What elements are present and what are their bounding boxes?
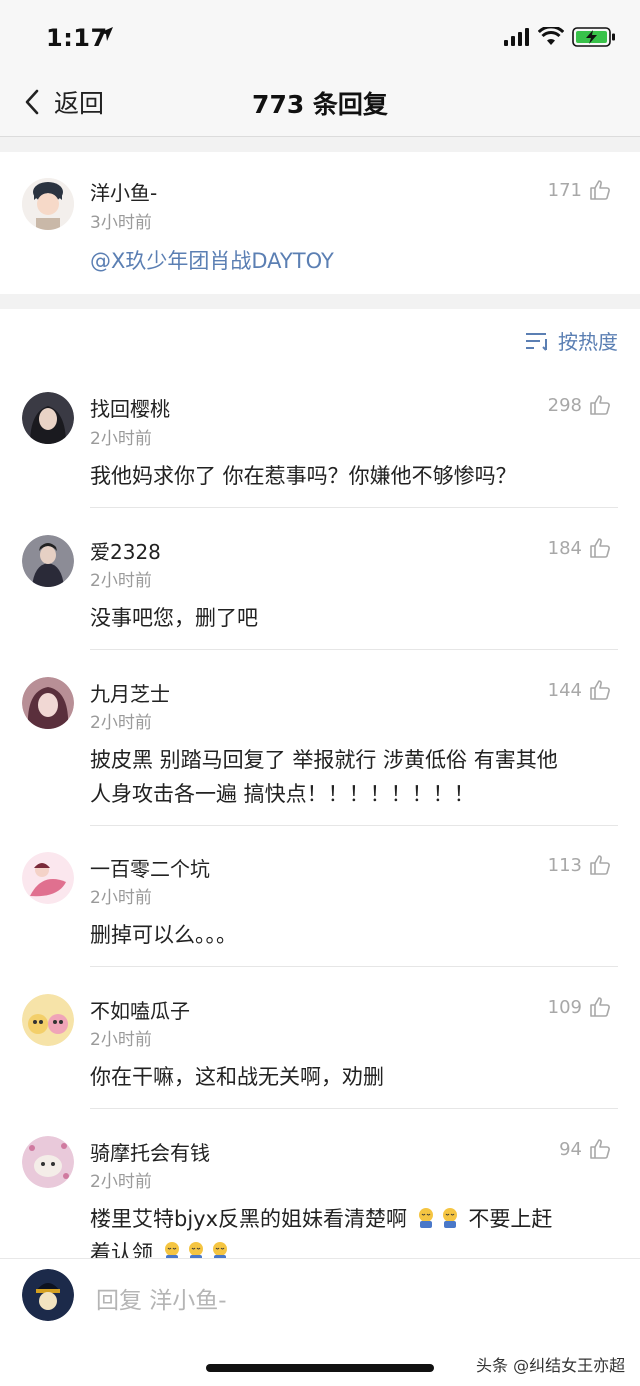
status-bar: 1:17 [0, 0, 640, 72]
mention-link[interactable]: @X玖少年团肖战DAYTOY [90, 244, 334, 278]
thumbs-up-icon [590, 680, 610, 700]
avatar[interactable] [22, 677, 74, 729]
watermark: 头条 @纠结女王亦超 [476, 1356, 626, 1375]
like-button[interactable]: 171 [548, 178, 612, 202]
timestamp: 3小时前 [90, 213, 152, 233]
username[interactable]: 骑摩托会有钱 [90, 1137, 210, 1166]
divider [90, 1108, 618, 1109]
thumbs-up-icon [590, 855, 610, 875]
reply-text: 楼里艾特bjyx反黑的姐妹看清楚啊 不要上赶 [90, 1202, 552, 1236]
battery-charging-icon [572, 27, 615, 47]
timestamp: 2小时前 [90, 571, 152, 591]
avatar[interactable] [22, 392, 74, 444]
like-count: 113 [547, 854, 582, 876]
divider [90, 507, 618, 508]
like-button[interactable]: 94 [559, 1137, 612, 1161]
timestamp: 2小时前 [90, 713, 152, 733]
like-button[interactable]: 109 [548, 995, 612, 1019]
avatar[interactable] [22, 852, 74, 904]
reply-text: 你在干嘛，这和战无关啊，劝删 [90, 1065, 384, 1089]
home-indicator [206, 1364, 434, 1372]
username[interactable]: 爱2328 [90, 536, 161, 565]
avatar[interactable] [22, 178, 74, 230]
like-button[interactable]: 113 [548, 853, 612, 877]
like-count: 94 [559, 1138, 582, 1160]
reply-text-part: 楼里艾特bjyx反黑的姐妹看清楚啊 [90, 1207, 408, 1231]
timestamp: 2小时前 [90, 429, 152, 449]
username[interactable]: 一百零二个坑 [90, 853, 210, 882]
reply-text-part: 不要上赶 [468, 1207, 553, 1231]
username[interactable]: 找回樱桃 [90, 393, 170, 422]
timestamp: 2小时前 [90, 1030, 152, 1050]
avatar[interactable] [22, 994, 74, 1046]
cellular-signal-icon [504, 28, 529, 46]
like-count: 184 [547, 537, 582, 559]
thumbs-up-icon [590, 395, 610, 415]
location-arrow-icon [99, 27, 113, 41]
like-count: 171 [547, 179, 582, 201]
timestamp: 2小时前 [90, 1172, 152, 1192]
section-gap [0, 137, 640, 152]
like-button[interactable]: 144 [548, 678, 612, 702]
thumbs-up-icon [590, 1139, 610, 1159]
thumbs-up-icon [590, 180, 610, 200]
like-count: 298 [547, 394, 582, 416]
username[interactable]: 不如嗑瓜子 [90, 995, 190, 1024]
like-count: 144 [547, 679, 582, 701]
avatar[interactable] [22, 1136, 74, 1188]
username[interactable]: 洋小鱼- [90, 177, 157, 206]
avatar[interactable] [22, 535, 74, 587]
crying-emoji-icon [442, 1208, 457, 1228]
timestamp: 2小时前 [90, 888, 152, 908]
reply-text: 我他妈求你了 你在惹事吗？你嫌他不够惨吗？ [90, 464, 517, 488]
reply-text: 没事吧您，删了吧 [90, 606, 258, 630]
divider [90, 649, 618, 650]
sort-icon [526, 332, 547, 351]
like-button[interactable]: 298 [548, 393, 612, 417]
sort-label: 按热度 [558, 330, 618, 354]
divider [90, 966, 618, 967]
my-avatar[interactable] [22, 1269, 74, 1321]
section-gap [0, 294, 640, 309]
reply-input[interactable]: 回复 洋小鱼- [96, 1281, 227, 1315]
reply-text: 披皮黑 别踏马回复了 举报就行 涉黄低俗 有害其他 [90, 748, 558, 772]
reply-text-continued: 人身攻击各一遍 搞快点！！！！！！！！ [90, 782, 475, 806]
crying-emoji-icon [418, 1208, 433, 1228]
reply-text: 删掉可以么。。。 [90, 923, 237, 947]
sort-button[interactable]: 按热度 [526, 326, 618, 355]
like-button[interactable]: 184 [548, 536, 612, 560]
like-count: 109 [547, 996, 582, 1018]
thumbs-up-icon [590, 997, 610, 1017]
page-title: 773 条回复 [252, 90, 388, 119]
thumbs-up-icon [590, 538, 610, 558]
username[interactable]: 九月芝士 [90, 678, 170, 707]
divider [90, 825, 618, 826]
navigation-bar: 返回 773 条回复 [0, 72, 640, 137]
wifi-icon [538, 27, 564, 45]
